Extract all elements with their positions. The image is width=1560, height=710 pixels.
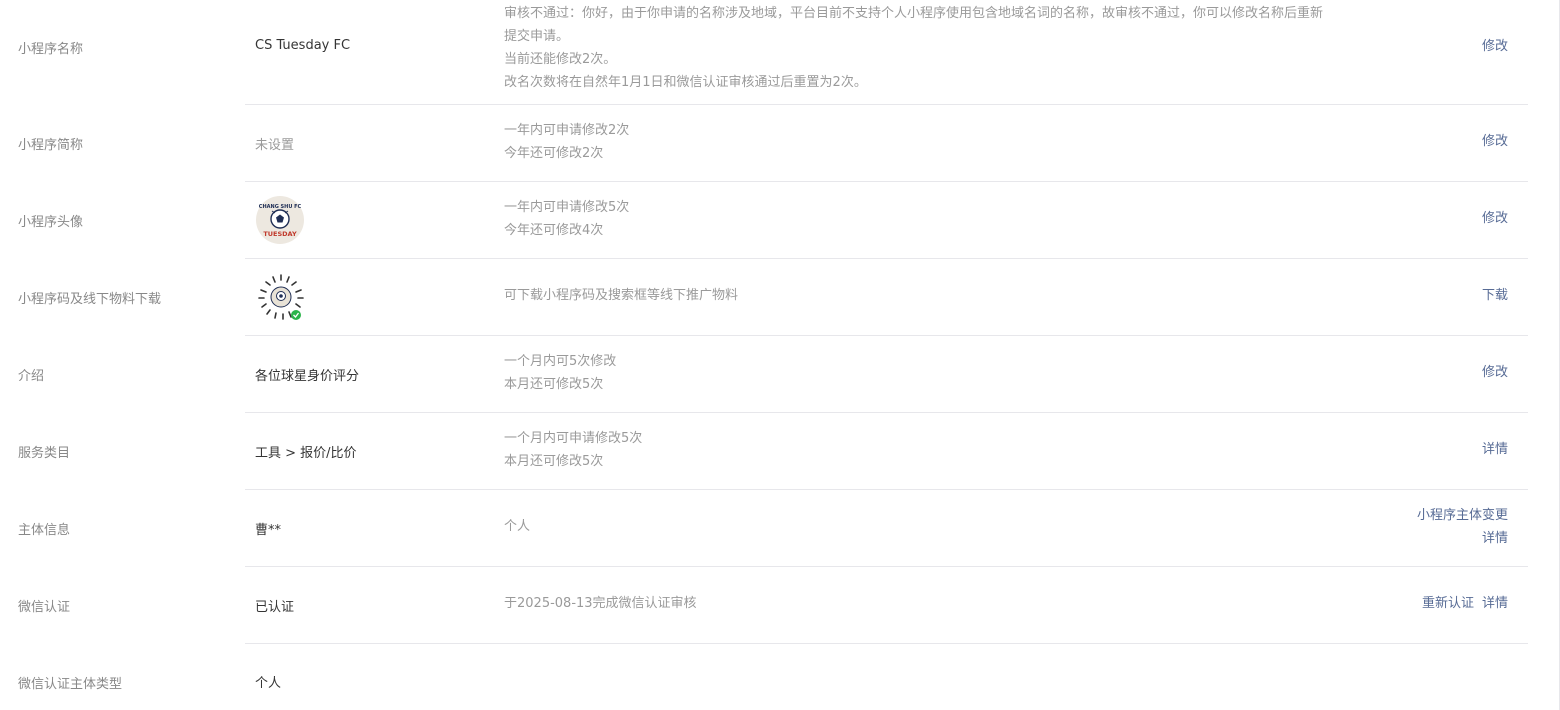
category-desc: 一个月内可申请修改5次 本月还可修改5次 [504,427,1394,473]
name-desc-line: 当前还能修改2次。 [504,52,617,67]
download-link[interactable]: 下载 [1482,288,1508,303]
intro-desc-line: 一个月内可5次修改 [504,354,617,369]
name-desc-line: 审核不通过：你好，由于你申请的名称涉及地域，平台目前不支持个人小程序使用包含地域… [504,6,1324,21]
short-name-desc: 一年内可申请修改2次 今年还可修改2次 [504,119,1394,165]
verify-subject-type-value: 个人 [255,676,282,691]
mini-program-avatar: CHANG SHU FC TUESDAY [256,196,304,244]
avatar-label: 小程序头像 [18,215,84,230]
short-name-label: 小程序简称 [18,138,84,153]
subject-info-label: 主体信息 [18,523,71,538]
avatar-desc-line: 今年还可修改4次 [504,223,604,238]
short-name-actions: 修改 [1482,130,1508,153]
category-label: 服务类目 [18,446,71,461]
subject-details-link[interactable]: 详情 [1417,527,1508,550]
category-details-link[interactable]: 详情 [1482,442,1508,457]
subject-info-desc: 个人 [504,515,1394,538]
mini-program-code [257,273,305,321]
row-qrcode: 小程序码及线下物料下载 可下载小程序码及搜索框等线下推广物料 下载 [0,259,1528,336]
category-desc-line: 一个月内可申请修改5次 [504,431,643,446]
row-short-name: 小程序简称 未设置 一年内可申请修改2次 今年还可修改2次 修改 [0,105,1528,182]
qrcode-desc-line: 可下载小程序码及搜索框等线下推广物料 [504,288,739,303]
qrcode-desc: 可下载小程序码及搜索框等线下推广物料 [504,284,1394,307]
avatar-actions: 修改 [1482,207,1508,230]
name-label: 小程序名称 [18,42,84,57]
modify-short-name-link[interactable]: 修改 [1482,134,1508,149]
subject-info-desc-line: 个人 [504,519,531,534]
wechat-verify-label: 微信认证 [18,600,71,615]
verify-details-link[interactable]: 详情 [1482,596,1508,611]
category-actions: 详情 [1482,438,1508,461]
avatar-top-text: CHANG SHU FC [259,204,302,210]
row-verify-subject-type: 微信认证主体类型 个人 [0,644,1528,710]
modify-name-link[interactable]: 修改 [1482,39,1508,54]
name-desc-line: 提交申请。 [504,29,570,44]
row-intro: 介绍 各位球星身价评分 一个月内可5次修改 本月还可修改5次 修改 [0,336,1528,413]
category-value: 工具 > 报价/比价 [255,446,357,461]
name-desc-line: 改名次数将在自然年1月1日和微信认证审核通过后重置为2次。 [504,75,867,90]
short-name-desc-line: 一年内可申请修改2次 [504,123,630,138]
short-name-desc-line: 今年还可修改2次 [504,146,604,161]
subject-info-value: 曹** [255,523,282,538]
short-name-value: 未设置 [255,138,295,153]
wechat-verify-desc-line: 于2025-08-13完成微信认证审核 [504,596,697,611]
category-desc-line: 本月还可修改5次 [504,454,604,469]
row-category: 服务类目 工具 > 报价/比价 一个月内可申请修改5次 本月还可修改5次 详情 [0,413,1528,490]
verify-subject-type-label: 微信认证主体类型 [18,677,123,692]
modify-intro-link[interactable]: 修改 [1482,365,1508,380]
subject-change-link[interactable]: 小程序主体变更 [1417,504,1508,527]
avatar-bottom-text: TUESDAY [263,230,297,238]
wechat-badge-icon [291,310,301,320]
row-name: 小程序名称 CS Tuesday FC 审核不通过：你好，由于你申请的名称涉及地… [0,0,1528,105]
name-value: CS Tuesday FC [255,38,351,53]
avatar-desc-line: 一年内可申请修改5次 [504,200,630,215]
name-desc: 审核不通过：你好，由于你申请的名称涉及地域，平台目前不支持个人小程序使用包含地域… [504,2,1394,94]
reverify-link[interactable]: 重新认证 [1422,596,1474,611]
wechat-verify-value: 已认证 [255,600,295,615]
subject-info-actions: 小程序主体变更 详情 [1417,504,1508,550]
modify-avatar-link[interactable]: 修改 [1482,211,1508,226]
intro-label: 介绍 [18,369,45,384]
row-subject-info: 主体信息 曹** 个人 小程序主体变更 详情 [0,490,1528,567]
qrcode-label: 小程序码及线下物料下载 [18,292,162,307]
row-wechat-verify: 微信认证 已认证 于2025-08-13完成微信认证审核 重新认证 详情 [0,567,1528,644]
row-avatar: 小程序头像 CHANG SHU FC TUESDAY 一年内可申请修改5次 今年… [0,182,1528,259]
wechat-verify-actions: 重新认证 详情 [1422,592,1508,615]
intro-desc: 一个月内可5次修改 本月还可修改5次 [504,350,1394,396]
name-actions: 修改 [1482,35,1508,58]
intro-value: 各位球星身价评分 [255,369,360,384]
intro-desc-line: 本月还可修改5次 [504,377,604,392]
qrcode-actions: 下载 [1482,284,1508,307]
wechat-verify-desc: 于2025-08-13完成微信认证审核 [504,592,1394,615]
avatar-desc: 一年内可申请修改5次 今年还可修改4次 [504,196,1394,242]
intro-actions: 修改 [1482,361,1508,384]
